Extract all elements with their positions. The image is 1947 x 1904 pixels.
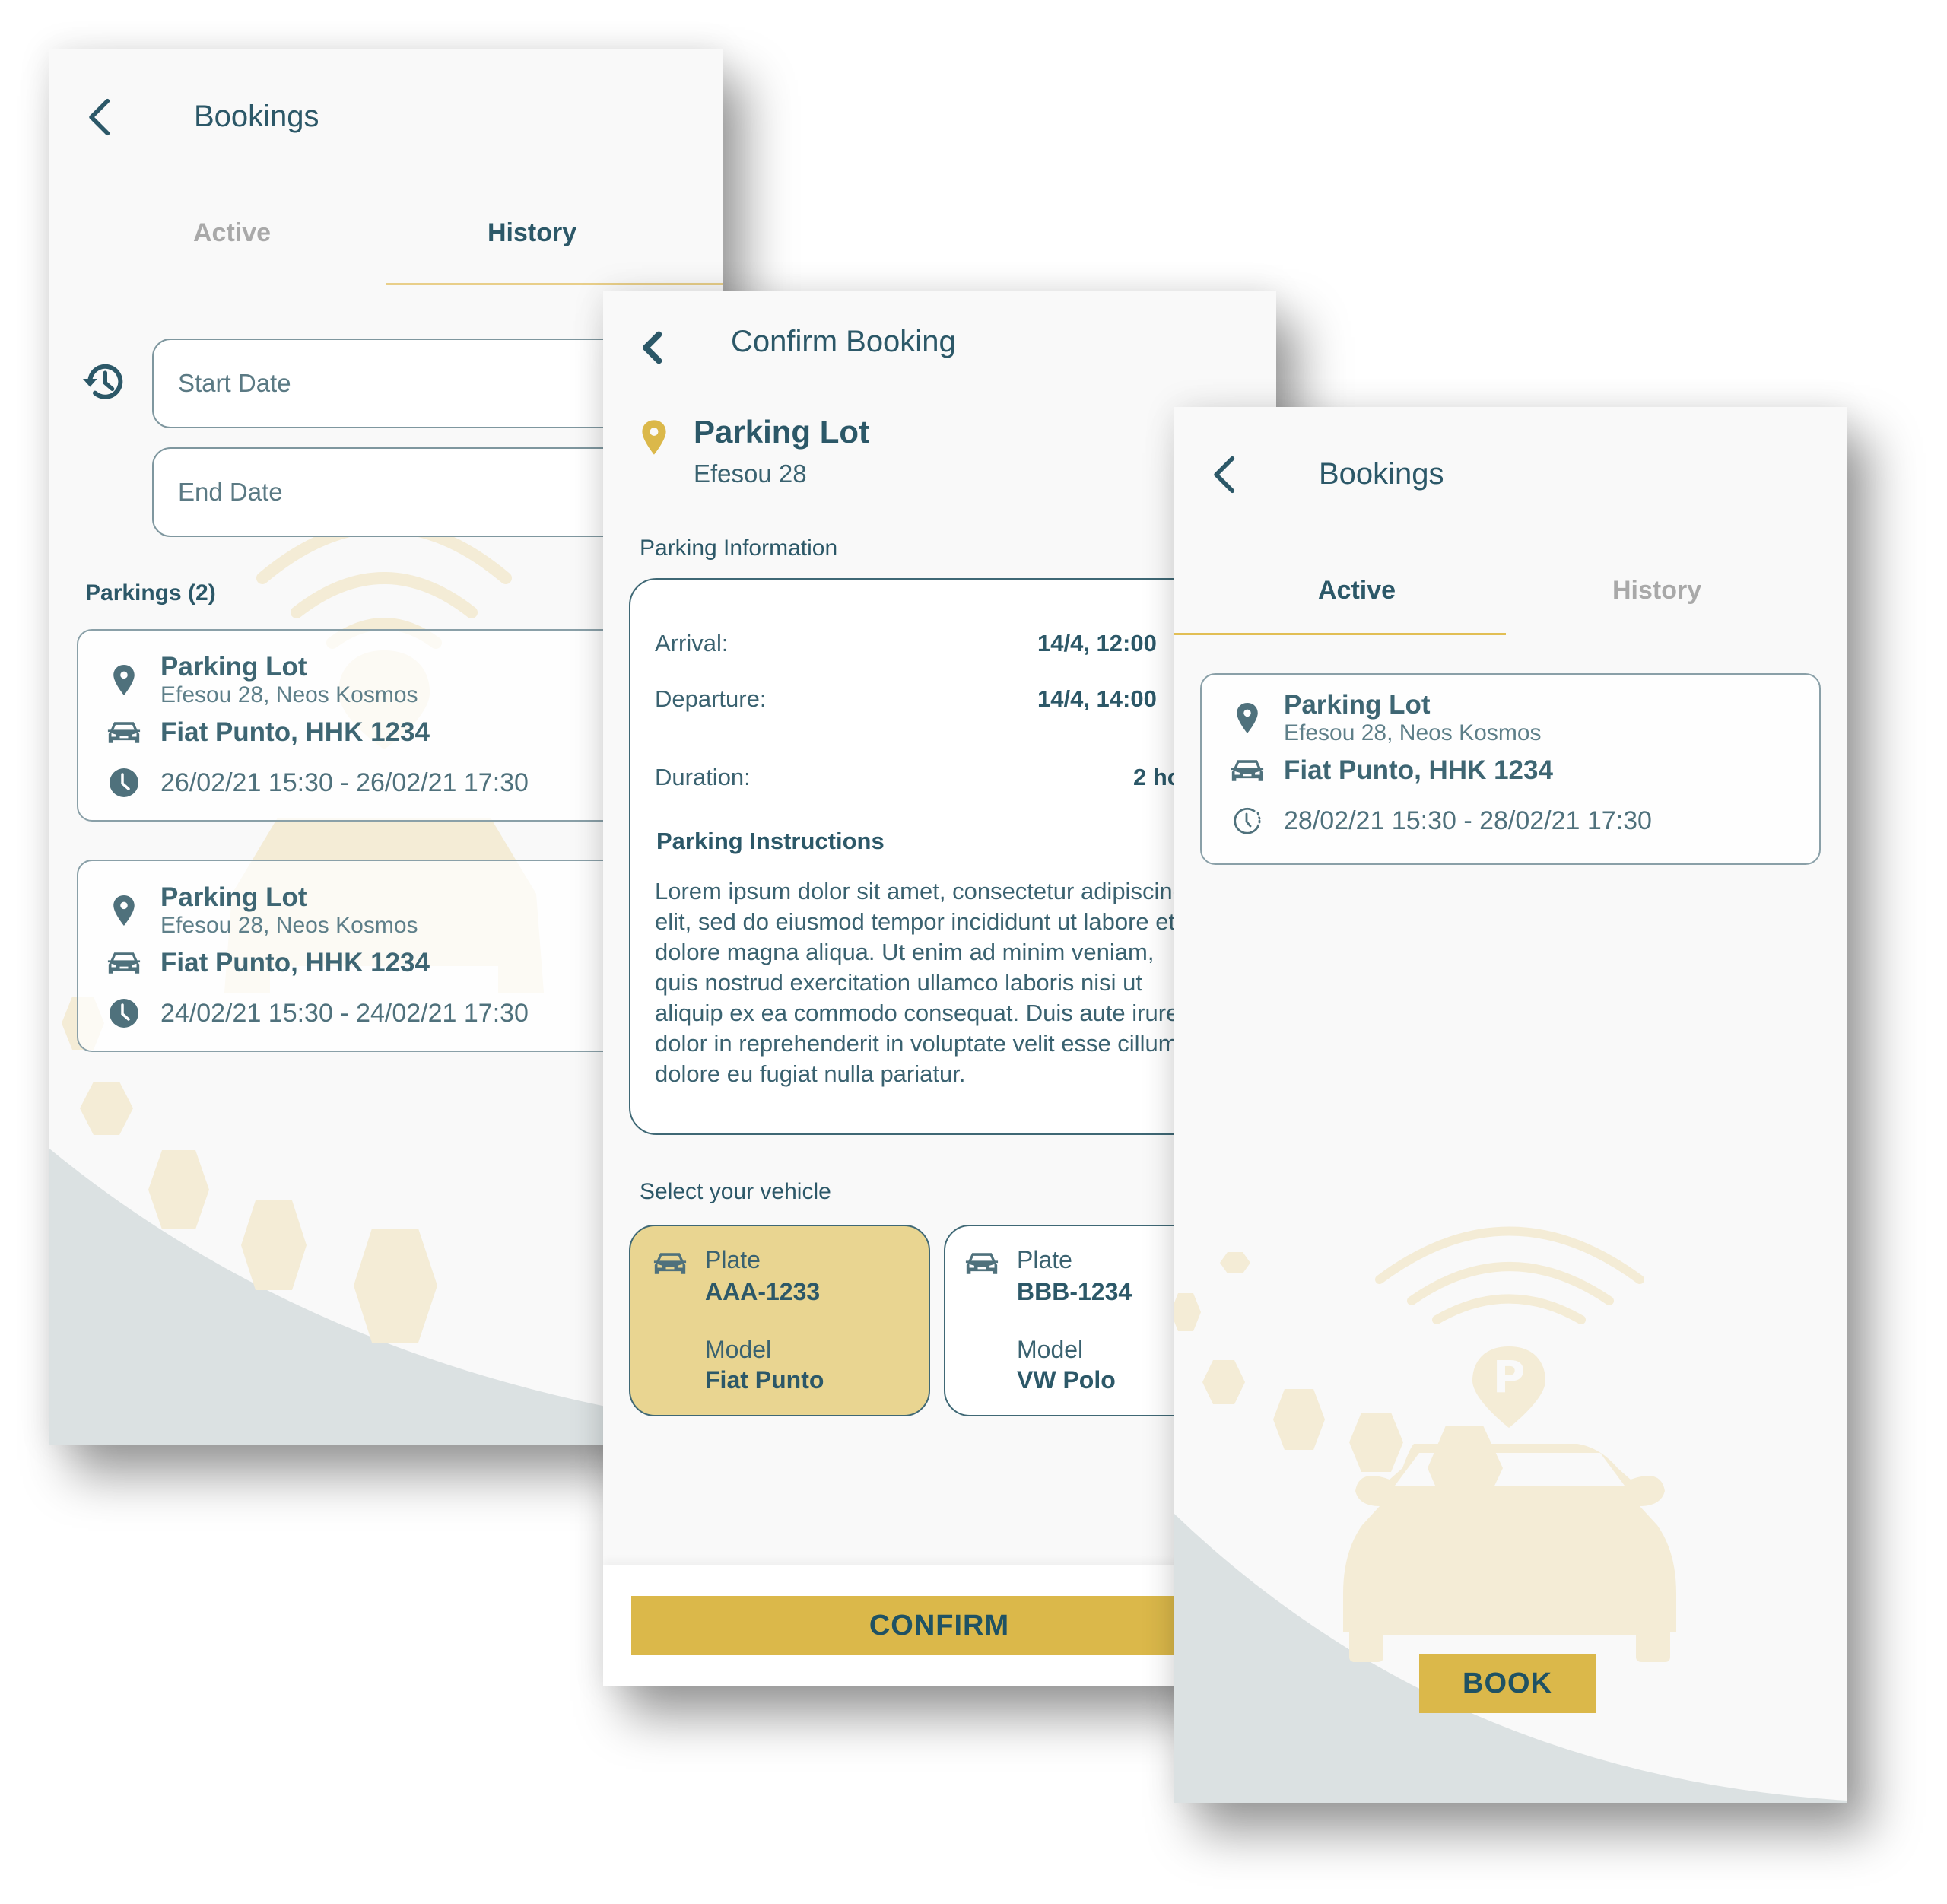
wifi-arc [1432,1294,1586,1324]
back-button[interactable] [640,329,670,374]
hexagon [1428,1426,1503,1510]
vehicle-option-selected[interactable]: Plate AAA-1233 Model Fiat Punto [629,1225,930,1416]
hexagon [354,1229,437,1343]
tab-history[interactable]: History [1612,576,1701,606]
model-label: Model [705,1336,772,1363]
tab-selected-indicator [1174,633,1506,635]
model-value: VW Polo [1017,1366,1116,1394]
background-illustration: P [1174,1226,1847,1803]
map-pin-icon [107,663,141,697]
chevron-left-icon [1211,454,1237,495]
bookings-active-screen: P Bookings Active History Parking Lot Ef… [1174,407,1847,1803]
wifi-arc [291,572,478,618]
hexagon [1174,1293,1201,1331]
vehicle-info: Fiat Punto, HHK 1234 [160,948,430,977]
select-vehicle-label: Select your vehicle [640,1179,831,1204]
lot-name: Parking Lot [694,414,870,450]
hexagon [241,1200,307,1290]
back-button[interactable] [86,97,116,142]
tab-history[interactable]: History [488,218,576,248]
plate-value: BBB-1234 [1017,1278,1132,1305]
time-range: 26/02/21 15:30 - 26/02/21 17:30 [160,768,529,797]
page-title: Bookings [1319,457,1444,491]
car-icon [653,1251,687,1276]
wifi-arc [1375,1226,1644,1284]
plate-label: Plate [1017,1246,1072,1273]
hexagon [1273,1389,1325,1450]
parking-instructions-title: Parking Instructions [656,828,885,854]
book-button[interactable]: BOOK [1419,1654,1596,1713]
car-icon [107,716,141,749]
chevron-left-icon [640,329,664,367]
model-value: Fiat Punto [705,1366,824,1394]
car-icon [1231,754,1264,787]
lot-name: Parking Lot [160,882,307,912]
time-range: 28/02/21 15:30 - 28/02/21 17:30 [1284,806,1652,835]
clock-rotate-icon [1231,804,1264,838]
lot-name: Parking Lot [160,652,307,682]
lot-address: Efesou 28, Neos Kosmos [160,913,418,938]
wifi-arc [1407,1262,1614,1305]
arrival-label: Arrival: [655,630,729,656]
vehicle-info: Fiat Punto, HHK 1234 [160,717,430,747]
lot-address: Efesou 28, Neos Kosmos [1284,720,1542,745]
parking-pin-shape [1472,1346,1545,1428]
map-pin-icon [107,894,141,927]
page-title: Bookings [194,100,319,133]
map-pin-icon [1231,701,1264,735]
model-label: Model [1017,1336,1084,1363]
parking-information-label: Parking Information [640,536,838,561]
hexagon [80,1082,133,1135]
lot-address: Efesou 28 [694,459,807,488]
parking-instructions-text: Lorem ipsum dolor sit amet, consectetur … [655,878,1186,1087]
hexagon [148,1150,209,1229]
tab-active[interactable]: Active [193,218,271,248]
tab-selected-indicator [386,283,723,285]
clock-icon [107,997,141,1030]
hexagon [1349,1413,1403,1472]
car-icon [107,946,141,980]
confirm-button[interactable]: CONFIRM [631,1596,1247,1655]
car-icon [965,1251,999,1276]
map-pin-icon [641,418,667,456]
tab-active[interactable]: Active [1318,576,1396,606]
parkings-count-label: Parkings (2) [85,580,216,606]
page-title: Confirm Booking [731,325,956,358]
plate-label: Plate [705,1246,761,1273]
history-clock-icon [80,358,129,406]
hexagon [1220,1252,1250,1273]
time-range: 24/02/21 15:30 - 24/02/21 17:30 [160,998,529,1028]
departure-value: 14/4, 14:00 [1037,685,1157,712]
hexagon [1202,1360,1245,1404]
booking-card[interactable]: Parking Lot Efesou 28, Neos Kosmos Fiat … [1200,673,1821,865]
departure-label: Departure: [655,685,767,712]
arrival-value: 14/4, 12:00 [1037,630,1157,656]
duration-label: Duration: [655,764,751,790]
parking-p-glyph: P [1493,1351,1526,1403]
plate-value: AAA-1233 [705,1278,821,1305]
chevron-left-icon [86,97,112,138]
car-silhouette [1343,1444,1676,1662]
back-button[interactable] [1211,454,1241,500]
clock-icon [107,766,141,799]
lot-name: Parking Lot [1284,690,1431,720]
lot-address: Efesou 28, Neos Kosmos [160,682,418,707]
vehicle-info: Fiat Punto, HHK 1234 [1284,755,1553,785]
